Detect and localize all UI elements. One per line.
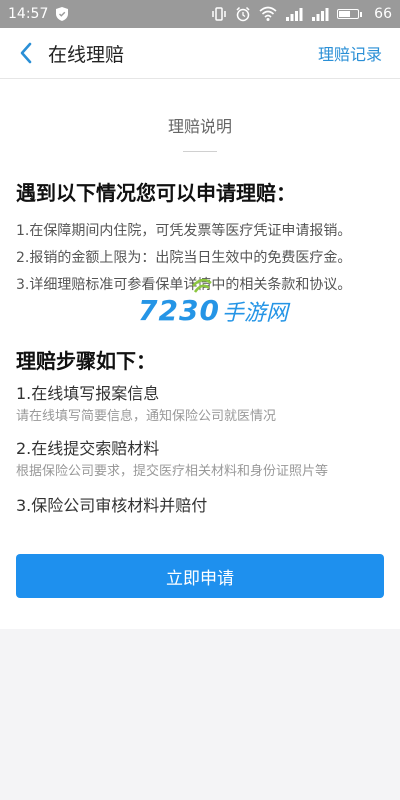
- section-divider: [183, 151, 217, 152]
- step-2-title: 2.在线提交索赔材料: [16, 439, 160, 458]
- apply-button[interactable]: 立即申请: [16, 554, 384, 598]
- claim-records-link[interactable]: 理赔记录: [318, 28, 382, 78]
- condition-item-3: 3.详细理赔标准可参看保单详情中的相关条款和协议。: [16, 277, 352, 293]
- conditions-heading: 遇到以下情况您可以申请理赔：: [16, 181, 296, 205]
- watermark-logo: 7230 手游网: [138, 278, 288, 327]
- vibrate-icon: [211, 6, 227, 22]
- step-2-desc: 根据保险公司要求，提交医疗相关材料和身份证照片等: [16, 464, 329, 479]
- shield-icon: [56, 7, 69, 21]
- watermark-text: 手游网: [221, 300, 288, 326]
- step-1-title: 1.在线填写报案信息: [16, 384, 160, 403]
- status-icons: 66: [211, 0, 392, 28]
- step-3-title: 3.保险公司审核材料并赔付: [16, 496, 208, 515]
- steps-heading: 理赔步骤如下：: [16, 349, 156, 373]
- watermark-number: 7230: [138, 294, 220, 327]
- step-1-desc: 请在线填写简要信息，通知保险公司就医情况: [16, 409, 277, 424]
- condition-item-1: 1.在保障期间内住院，可凭发票等医疗凭证申请报销。: [16, 223, 352, 239]
- nav-bar: 在线理赔 理赔记录: [0, 28, 400, 79]
- section-title: 理赔说明: [167, 117, 232, 136]
- wifi-icon: [259, 6, 277, 22]
- wifi-wave-icon: [192, 278, 212, 293]
- main-content: 理赔说明 遇到以下情况您可以申请理赔： 1.在保障期间内住院，可凭发票等医疗凭证…: [0, 79, 400, 629]
- battery-icon: [337, 9, 363, 19]
- back-button[interactable]: [8, 28, 44, 78]
- status-time: 14:57: [8, 6, 49, 22]
- status-bar: 14:57 66: [0, 0, 400, 28]
- condition-item-2: 2.报销的金额上限为：出院当日生效中的免费医疗金。: [16, 250, 352, 266]
- chevron-left-icon: [20, 42, 32, 64]
- battery-percent: 66: [374, 6, 392, 22]
- page-title: 在线理赔: [48, 43, 125, 66]
- signal-icon: [285, 6, 303, 22]
- signal-icon-2: [311, 6, 329, 22]
- alarm-icon: [235, 6, 251, 22]
